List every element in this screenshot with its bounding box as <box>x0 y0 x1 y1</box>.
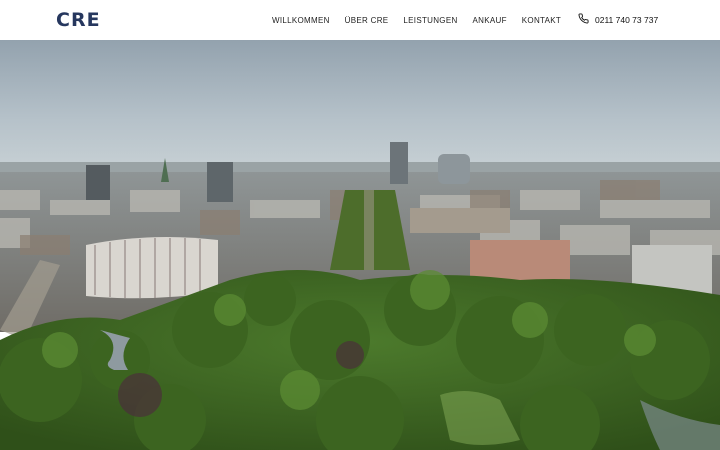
nav-item-ueber-cre[interactable]: ÜBER CRE <box>345 16 389 25</box>
aerial-city-photo <box>0 40 720 450</box>
phone-number: 0211 740 73 737 <box>595 15 659 25</box>
hero-image <box>0 40 720 450</box>
phone-link[interactable]: 0211 740 73 737 <box>578 0 658 40</box>
phone-icon <box>578 11 589 29</box>
logo-text: CRE <box>56 9 101 31</box>
main-nav: WILLKOMMEN ÜBER CRE LEISTUNGEN ANKAUF KO… <box>272 0 561 40</box>
nav-item-kontakt[interactable]: KONTAKT <box>522 16 561 25</box>
nav-item-leistungen[interactable]: LEISTUNGEN <box>403 16 457 25</box>
site-header: CRE WILLKOMMEN ÜBER CRE LEISTUNGEN ANKAU… <box>0 0 720 40</box>
nav-item-ankauf[interactable]: ANKAUF <box>473 16 507 25</box>
nav-item-willkommen[interactable]: WILLKOMMEN <box>272 16 330 25</box>
logo[interactable]: CRE <box>56 9 101 31</box>
